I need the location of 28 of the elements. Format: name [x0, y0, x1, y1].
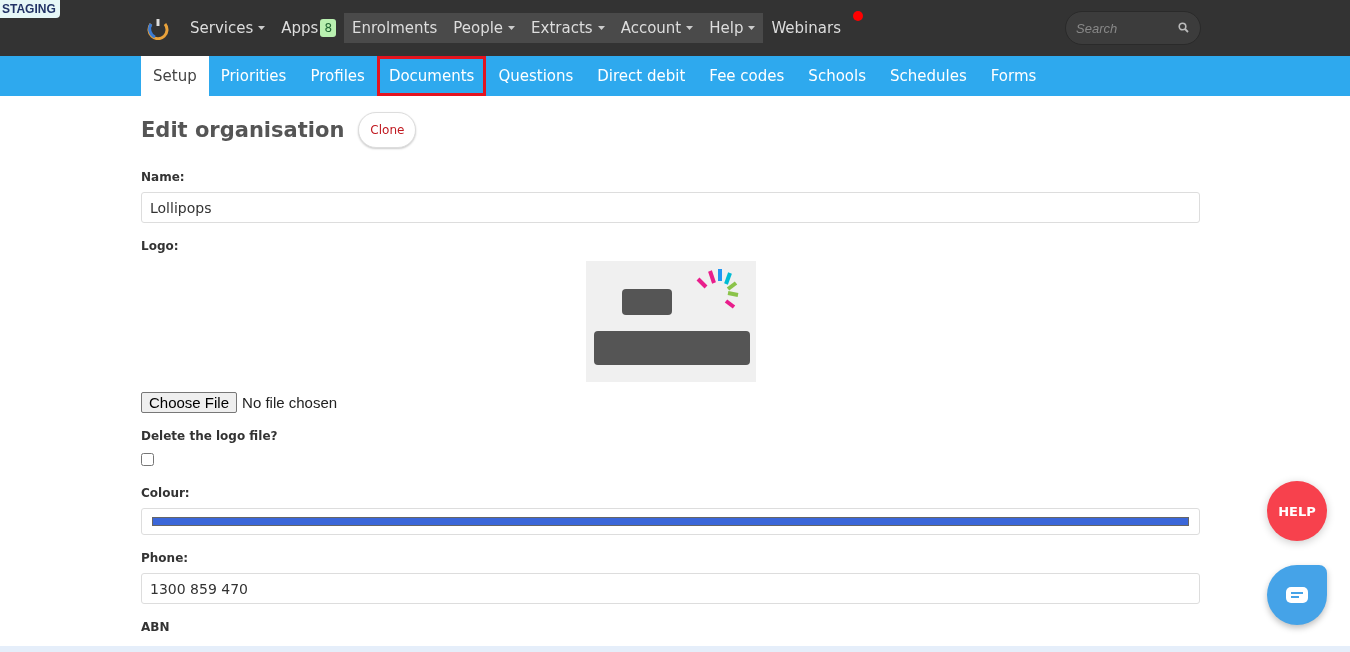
nav-link[interactable]: Extracts: [523, 13, 613, 43]
field-label: Colour:: [141, 486, 191, 500]
field-label: Phone:: [141, 551, 190, 565]
nav-link[interactable]: Help: [701, 13, 764, 43]
nav-link[interactable]: Account: [612, 13, 702, 43]
logo-icon: [146, 16, 170, 40]
page-title: Edit organisation: [141, 118, 345, 142]
chat-icon: [1286, 587, 1308, 603]
nav-link[interactable]: People: [445, 13, 524, 43]
text-field[interactable]: Lollipops: [141, 192, 1200, 223]
clone-button[interactable]: Clone: [358, 112, 417, 148]
field-label: Name:: [141, 170, 186, 184]
field-label: Logo:: [141, 239, 180, 253]
help-button[interactable]: HELP: [1267, 481, 1327, 541]
tab[interactable]: Setup: [141, 56, 209, 96]
choose-file-button[interactable]: Choose File: [141, 392, 238, 413]
environment-badge: STAGING: [0, 0, 60, 18]
search-icon: [1178, 22, 1189, 33]
count-badge: 8: [320, 19, 337, 37]
field-label: ABN: [141, 620, 171, 634]
field-label: Delete the logo file?: [141, 429, 279, 443]
chat-button[interactable]: [1267, 565, 1327, 625]
checkbox[interactable]: [141, 453, 154, 466]
file-status: No file chosen: [242, 394, 338, 411]
color-field[interactable]: [141, 508, 1200, 535]
search-field[interactable]: Search: [1065, 11, 1201, 45]
nav-link[interactable]: Enrolments: [344, 13, 446, 43]
text-field[interactable]: 1300 859 470: [141, 573, 1200, 604]
